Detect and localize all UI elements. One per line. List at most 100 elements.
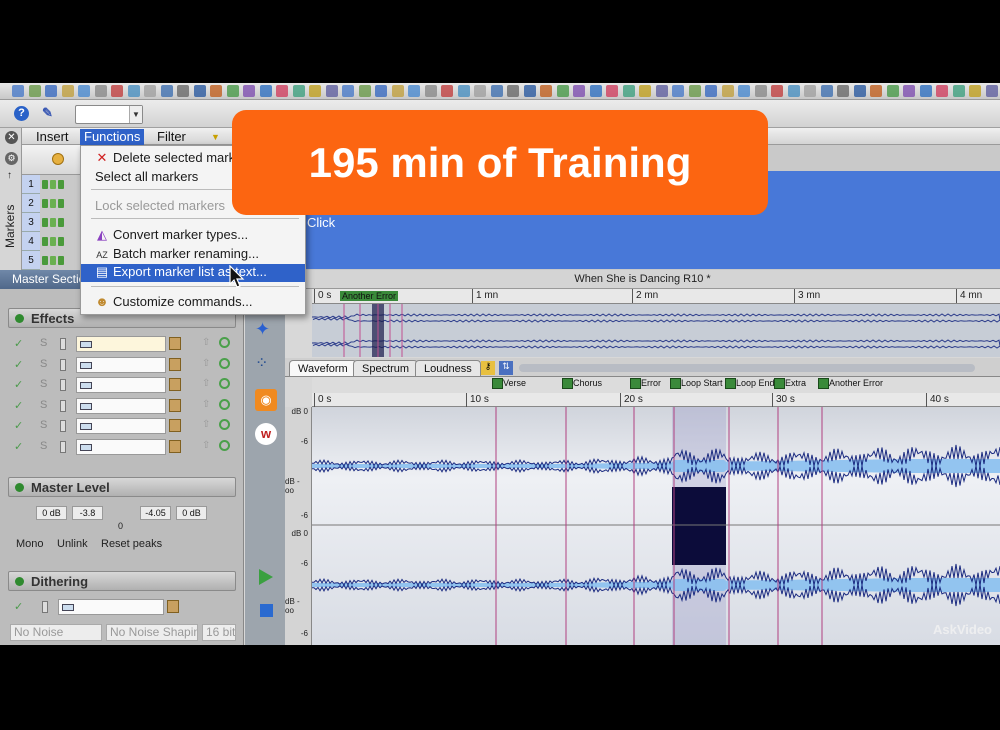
tool-grid-icon[interactable]: ⁘ (255, 353, 275, 373)
menu-item-export-markers[interactable]: ▤ Export marker list as text... (81, 264, 305, 282)
wet-icon[interactable]: ⇧ (202, 337, 212, 349)
help-icon[interactable]: ? (14, 106, 29, 121)
wet-icon[interactable]: ⇧ (202, 358, 212, 370)
toolbar-button-icon[interactable] (952, 85, 965, 97)
swap-icon[interactable]: ⇅ (499, 361, 513, 375)
toolbar-button-icon[interactable] (111, 85, 123, 97)
effect-slot[interactable] (76, 397, 166, 414)
menu-item-lock-markers[interactable]: Lock selected markers (95, 198, 225, 213)
table-row[interactable]: 2 (22, 194, 40, 213)
toolbar-button-icon[interactable] (457, 85, 470, 97)
rss-icon[interactable]: ◉ (255, 389, 277, 411)
toolbar-button-icon[interactable] (94, 85, 107, 97)
dither-plugin-row[interactable]: ✓ (14, 598, 236, 616)
plugin-box-icon[interactable] (169, 419, 181, 432)
effect-slot[interactable] (76, 336, 166, 352)
toolbar-button-icon[interactable] (705, 85, 717, 97)
toolbar-button-icon[interactable] (259, 85, 272, 97)
effects-power-icon[interactable] (15, 314, 24, 323)
toolbar-button-icon[interactable] (804, 85, 816, 97)
menu-item-delete-markers[interactable]: ✕ Delete selected markers (95, 150, 254, 166)
key-icon[interactable]: ⚷ (481, 361, 495, 375)
menu-functions[interactable]: Functions (80, 129, 145, 145)
effect-slot-row[interactable]: ✓ S ⇧ (14, 397, 236, 415)
menu-item-batch-rename[interactable]: AZ Batch marker renaming... (95, 246, 259, 261)
toolbar-button-icon[interactable] (342, 85, 354, 97)
effect-slot-row[interactable]: ✓ S ⇧ (14, 417, 236, 435)
plugin-box-icon[interactable] (169, 439, 181, 453)
toolbar-button-icon[interactable] (606, 85, 618, 97)
toolbar-button-icon[interactable] (721, 85, 734, 97)
power-icon[interactable] (219, 439, 230, 451)
toolbar-button-icon[interactable] (936, 85, 948, 97)
main-waveform[interactable]: AskVideo (311, 407, 1000, 645)
dithering-header[interactable]: Dithering (8, 571, 236, 591)
plugin-box-icon[interactable] (169, 337, 181, 350)
toolbar-button-icon[interactable] (490, 85, 503, 97)
toolbar-button-icon[interactable] (738, 85, 750, 97)
toolbar-button-icon[interactable] (408, 85, 420, 97)
wet-icon[interactable]: ⇧ (202, 378, 212, 390)
toolbar-button-icon[interactable] (144, 85, 156, 97)
toolbar-button-icon[interactable] (886, 85, 899, 97)
toolbar-button-icon[interactable] (210, 85, 222, 97)
plugin-box-icon[interactable] (169, 378, 181, 391)
plugin-box-icon[interactable] (169, 398, 181, 412)
toolbar-button-icon[interactable] (309, 85, 321, 97)
close-icon[interactable]: ✕ (5, 131, 18, 144)
power-icon[interactable] (219, 378, 230, 389)
toolbar-button-icon[interactable] (688, 85, 701, 97)
power-icon[interactable] (219, 357, 230, 369)
marker-flag[interactable]: Loop Start (670, 377, 723, 389)
toolbar-button-icon[interactable] (523, 85, 536, 97)
toolbar-button-icon[interactable] (754, 85, 767, 97)
wave-logo-icon[interactable]: w (255, 423, 277, 445)
marker-flag[interactable]: Extra (774, 377, 806, 389)
power-icon[interactable] (219, 398, 230, 410)
toolbar-button-icon[interactable] (45, 85, 57, 97)
horizontal-scrollbar[interactable] (519, 364, 975, 372)
toolbar-button-icon[interactable] (820, 85, 833, 97)
toolbar-button-icon[interactable] (78, 85, 90, 97)
marker-flag[interactable]: Verse (492, 377, 526, 389)
toolbar-button-icon[interactable] (655, 85, 668, 97)
toolbar-button-icon[interactable] (441, 85, 453, 97)
toolbar-combo[interactable]: ▼ (75, 105, 143, 124)
effect-slot-row[interactable]: ✓ S ⇧ (14, 356, 236, 374)
wet-icon[interactable]: ⇧ (202, 399, 212, 411)
wand-icon[interactable]: ✎ (42, 105, 54, 121)
toolbar-button-icon[interactable] (226, 85, 239, 97)
toolbar-button-icon[interactable] (358, 85, 371, 97)
table-row[interactable]: 1 (22, 175, 40, 194)
bit-depth-field[interactable]: 16 bits (202, 624, 236, 641)
power-icon[interactable] (219, 337, 230, 348)
play-icon[interactable] (259, 569, 273, 585)
toolbar-button-icon[interactable] (325, 85, 338, 97)
toolbar-button-icon[interactable] (837, 85, 849, 97)
toolbar-button-icon[interactable] (853, 85, 866, 97)
stop-icon[interactable] (260, 604, 273, 617)
table-row[interactable]: 4 (22, 232, 40, 251)
toolbar-button-icon[interactable] (787, 85, 800, 97)
toolbar-button-icon[interactable] (375, 85, 387, 97)
power-icon[interactable] (219, 419, 230, 430)
toolbar-button-icon[interactable] (573, 85, 585, 97)
tab-waveform[interactable]: Waveform (289, 360, 357, 376)
tool-cursor-icon[interactable]: ✦ (255, 319, 275, 339)
toolbar-button-icon[interactable] (622, 85, 635, 97)
toolbar-button-icon[interactable] (12, 85, 24, 97)
toolbar-button-icon[interactable] (243, 85, 255, 97)
noise-shaping-field[interactable]: No Noise Shaping (106, 624, 198, 641)
toolbar-button-icon[interactable] (540, 85, 552, 97)
wet-icon[interactable]: ⇧ (202, 440, 212, 452)
menu-insert[interactable]: Insert (32, 129, 73, 145)
toolbar-button-icon[interactable] (177, 85, 189, 97)
toolbar-button-icon[interactable] (292, 85, 305, 97)
toolbar-button-icon[interactable] (391, 85, 404, 97)
chevron-down-icon[interactable]: ▼ (129, 106, 142, 123)
toolbar-button-icon[interactable] (160, 85, 173, 97)
effect-slot[interactable] (76, 418, 166, 434)
toolbar-button-icon[interactable] (474, 85, 486, 97)
overview-waveform[interactable] (311, 304, 1000, 357)
menu-item-select-all[interactable]: Select all markers (95, 169, 198, 184)
